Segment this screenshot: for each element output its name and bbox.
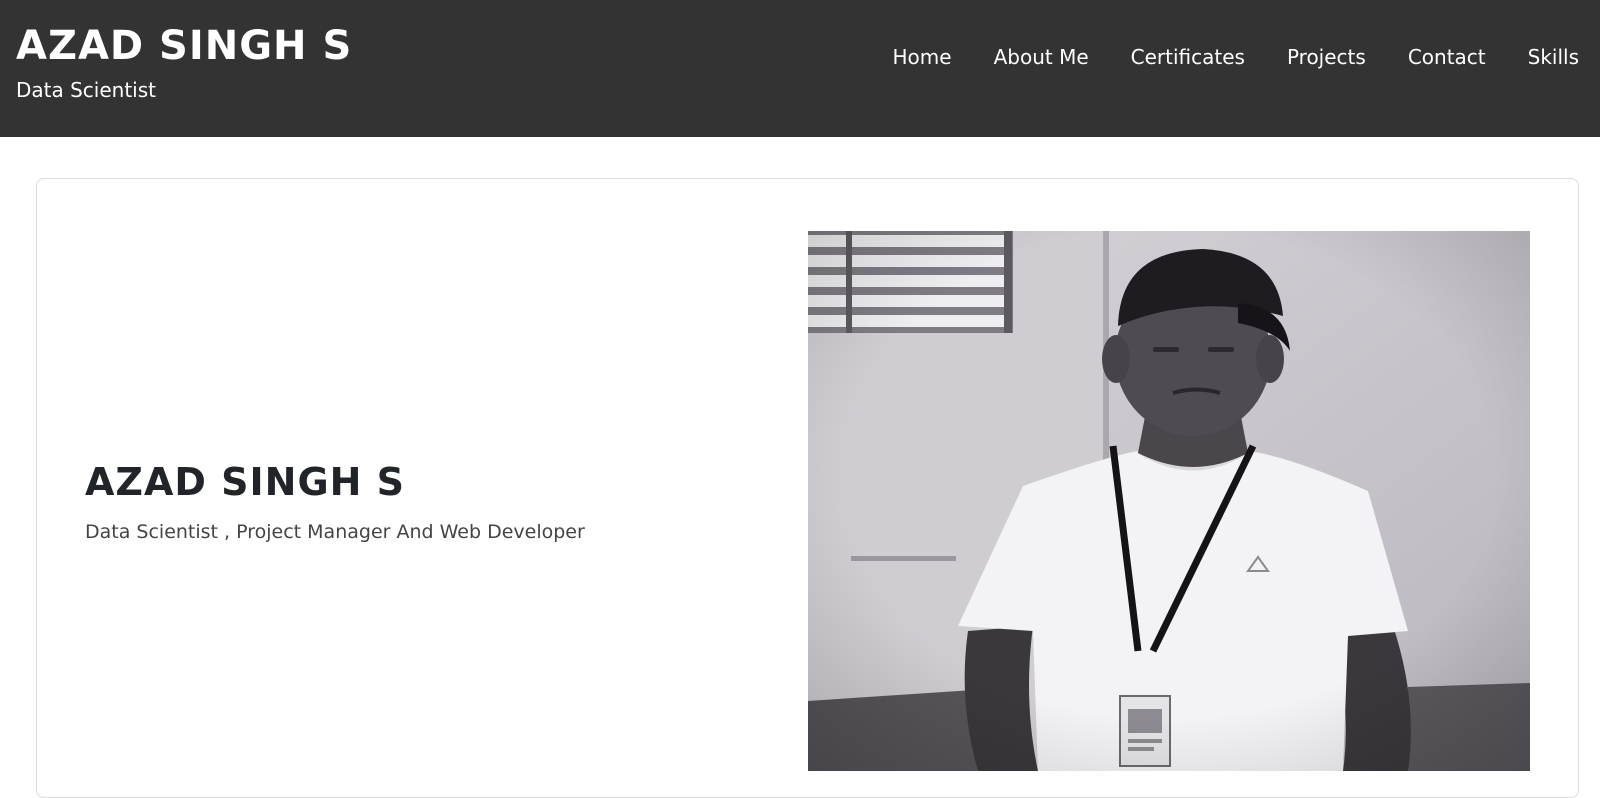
site-header: AZAD SINGH S Data Scientist Home About M… bbox=[0, 0, 1600, 137]
main-nav: Home About Me Certificates Projects Cont… bbox=[872, 42, 1600, 72]
profile-photo bbox=[808, 231, 1530, 771]
nav-home[interactable]: Home bbox=[872, 42, 973, 72]
profile-photo-illustration bbox=[808, 231, 1530, 771]
nav-skills[interactable]: Skills bbox=[1507, 42, 1600, 72]
hero-tagline: Data Scientist , Project Manager And Web… bbox=[85, 521, 585, 543]
brand-role: Data Scientist bbox=[16, 78, 156, 102]
nav-projects[interactable]: Projects bbox=[1266, 42, 1387, 72]
nav-certificates[interactable]: Certificates bbox=[1110, 42, 1266, 72]
nav-contact[interactable]: Contact bbox=[1387, 42, 1507, 72]
brand[interactable]: AZAD SINGH S Data Scientist bbox=[16, 22, 352, 104]
hero-name: AZAD SINGH S bbox=[85, 460, 406, 504]
brand-name[interactable]: AZAD SINGH S bbox=[16, 22, 352, 70]
nav-about-me[interactable]: About Me bbox=[973, 42, 1110, 72]
